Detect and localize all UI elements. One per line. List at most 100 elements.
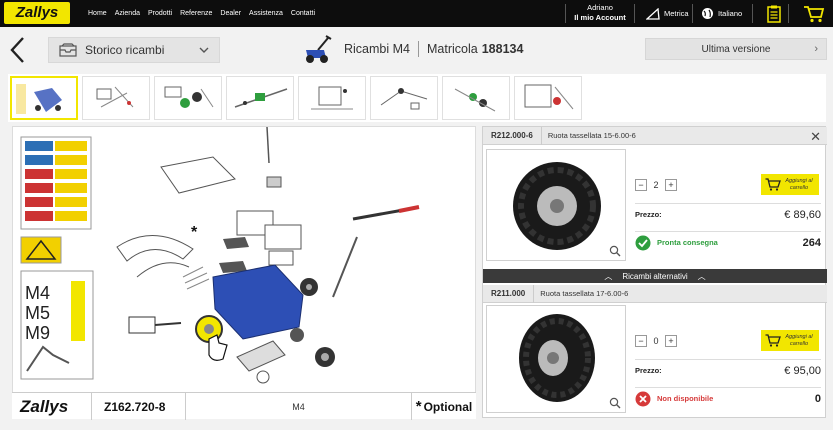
manual-cover-image: M4 M5 M9 [20,270,94,380]
main-nav: Home Azienda Prodotti Referenze Dealer A… [88,0,315,27]
history-label: Storico ricambi [85,43,165,57]
parts-history-dropdown[interactable]: Storico ricambi [48,37,220,63]
alt-availability-status: Non disponibile [657,394,714,403]
nav-home[interactable]: Home [88,10,107,17]
divider [565,4,566,23]
language-selector[interactable]: Italiano [701,0,742,27]
chevron-down-icon [199,47,209,53]
language-label: Italiano [718,9,743,18]
svg-text:M5: M5 [25,303,50,323]
version-selector[interactable]: Ultima versione › [645,38,827,60]
increment-button[interactable]: + [665,179,677,191]
part-image[interactable] [486,149,626,261]
cart-button[interactable] [794,0,833,27]
chevron-left-icon [10,37,24,63]
nav-referenze[interactable]: Referenze [180,10,212,17]
nav-dealer[interactable]: Dealer [220,10,241,17]
increment-button[interactable]: + [665,335,677,347]
archive-box-icon [59,43,77,57]
availability-status: Pronta consegna [657,238,718,247]
diagram-thumbnail[interactable] [226,76,294,120]
cart-icon [765,334,781,347]
divider [692,4,693,23]
diagram-thumbnail[interactable] [298,76,366,120]
alt-price-label: Prezzo: [635,366,662,375]
add-to-cart-label: Aggiungi al carrello [785,178,813,191]
chevron-right-icon: › [814,43,818,55]
globe-icon [702,8,713,19]
price-value: € 89,60 [784,208,821,221]
part-code: R212.000-6 [483,126,542,145]
wheel-image [513,162,601,250]
cart-icon [765,178,781,191]
part-header: R212.000-6 Ruota tassellata 15-6.00-6 ✕ [483,126,827,145]
account-menu[interactable]: Adriano Il mio Account [570,3,630,23]
divider [788,4,789,23]
exploded-view-diagram[interactable]: M4 M5 M9 * [12,126,476,418]
diagram-thumbnail-strip [8,74,826,122]
add-to-cart-button[interactable]: Aggiungi al carrello [761,174,819,195]
chevron-up-icon: ︿ [697,271,706,281]
decrement-button[interactable]: − [635,335,647,347]
version-label: Ultima versione [701,43,771,55]
alternative-parts-bar[interactable]: ︿ Ricambi alternativi ︿ [483,269,827,283]
alt-wheel-image [519,314,595,402]
optional-label: Optional [423,399,473,414]
safety-labels [20,136,92,264]
part-description: Ruota tassellata 15-6.00-6 [547,131,636,140]
part-detail-panel: R212.000-6 Ruota tassellata 15-6.00-6 ✕ … [482,126,827,418]
serial-label: Matricola [427,42,478,56]
diagram-thumbnail[interactable] [514,76,582,120]
quantity-stepper: − 2 + [635,179,677,191]
footer-model: M4 [186,393,412,420]
diagram-thumbnail[interactable] [10,76,78,120]
title-text: Ricambi M4 [344,42,410,56]
footer-optional-note: * Optional [412,393,476,420]
nav-azienda[interactable]: Azienda [115,10,140,17]
serial-number: 188134 [481,42,524,56]
availability-row: Pronta consegna 264 [635,231,821,253]
alt-price-value: € 95,00 [784,364,821,377]
ruler-icon [646,7,660,20]
stock-count: 264 [802,236,821,249]
alt-quantity-value[interactable]: 0 [650,336,662,346]
divider [752,4,753,23]
svg-text:*: * [191,224,198,241]
brand-logo[interactable]: Zallys [4,2,70,24]
alt-part-description: Ruota tassellata 17-6.00-6 [540,289,629,298]
title-divider [418,41,419,57]
close-icon[interactable]: ✕ [810,129,821,145]
clipboard-icon [767,5,781,23]
alt-availability-row: Non disponibile 0 [635,387,821,409]
order-list-button[interactable] [762,0,786,27]
cart-icon [803,5,824,22]
manual-cover-text: M4 [25,283,50,303]
exploded-view-drawing: M4 M5 M9 * [20,126,420,384]
nav-contatti[interactable]: Contatti [291,10,315,17]
diagram-thumbnail[interactable] [82,76,150,120]
nav-assistenza[interactable]: Assistenza [249,10,283,17]
diagram-thumbnail[interactable] [442,76,510,120]
alt-part-image[interactable] [486,305,626,413]
metric-label: Metrica [664,9,689,18]
nav-prodotti[interactable]: Prodotti [148,10,172,17]
diagram-thumbnail[interactable] [154,76,222,120]
metric-toggle[interactable]: Metrica [646,0,689,27]
check-circle-icon [635,235,651,250]
footer-logo: Zallys [12,393,92,420]
optional-mark: * [415,398,422,415]
alt-part-header: R211.000 Ruota tassellata 17-6.00-6 [483,284,827,303]
alt-add-to-cart-button[interactable]: Aggiungi al carrello [761,330,819,351]
alt-part-code: R211.000 [483,284,535,303]
back-button[interactable] [8,36,28,64]
decrement-button[interactable]: − [635,179,647,191]
divider [634,4,635,23]
quantity-value[interactable]: 2 [650,180,662,190]
footer-drawing-code: Z162.720-8 [92,393,186,420]
diagram-thumbnail[interactable] [370,76,438,120]
zoom-icon[interactable] [609,245,621,257]
user-name: Adriano [587,3,613,12]
zoom-icon[interactable] [609,397,621,409]
x-circle-icon [635,391,651,406]
diagram-footer: Zallys Z162.720-8 M4 * Optional [12,392,476,420]
